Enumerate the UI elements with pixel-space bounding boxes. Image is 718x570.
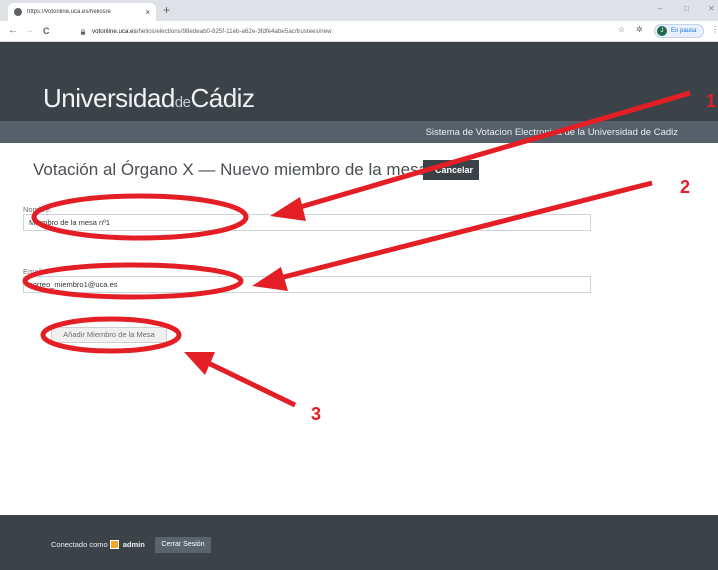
session-info: Conectado como admin <box>51 540 145 549</box>
site-footer: Conectado como admin Cerrar Sesión <box>0 515 718 570</box>
annotation-ellipse-email <box>22 262 244 300</box>
user-icon <box>109 540 119 549</box>
annotation-overlay <box>22 90 691 408</box>
connected-as-label: Conectado como <box>51 540 108 549</box>
username: admin <box>122 540 145 549</box>
annotation-arrow-3 <box>200 357 297 408</box>
annotation-number-3: 3 <box>311 404 322 424</box>
browser-window: https://votonline.uca.es/helios/e × + – … <box>0 0 718 570</box>
annotation-arrowhead-2 <box>252 267 288 291</box>
annotation-number-1: 1 <box>706 91 717 111</box>
annotation-number-2: 2 <box>680 177 691 197</box>
annotation-arrow-1 <box>289 90 691 213</box>
logout-button[interactable]: Cerrar Sesión <box>155 537 211 553</box>
annotation-ellipse-name <box>31 193 249 241</box>
annotation-ellipse-add <box>40 316 182 354</box>
annotation-arrowhead-1 <box>270 197 306 221</box>
